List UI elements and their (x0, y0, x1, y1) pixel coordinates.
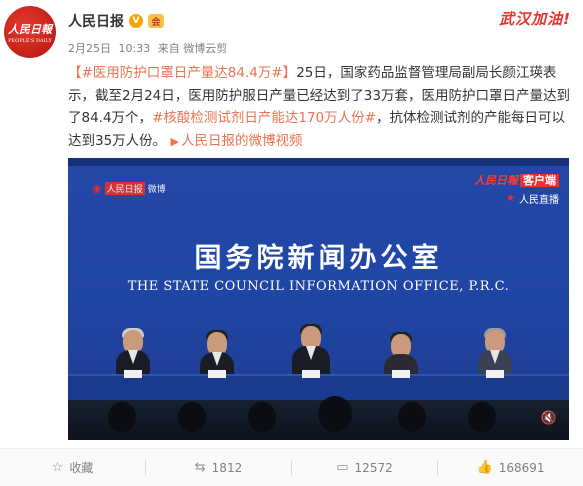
star-icon: ★ (506, 193, 515, 204)
comment-button[interactable]: ▭ 12572 (292, 449, 437, 486)
audience-head (108, 402, 136, 432)
like-button[interactable]: 👍 168691 (438, 449, 583, 486)
audience-head (318, 396, 352, 432)
wuhan-jiayou-badge: 武汉加油! (499, 10, 571, 28)
weibo-watermark: ◉ 人民日报 微博 (92, 182, 166, 195)
mute-icon[interactable]: 🔇 (541, 411, 557, 426)
comment-icon: ▭ (336, 460, 349, 475)
client-label: 客户端 (520, 174, 559, 187)
hashtag-mask-output[interactable]: 【#医用防护口罩日产量达84.4万#】 (68, 65, 296, 81)
office-title-en: THE STATE COUNCIL INFORMATION OFFICE, P.… (127, 279, 510, 294)
repost-icon: ⇆ (194, 460, 206, 475)
audience-head (248, 402, 276, 432)
watermark-weibo: 微博 (147, 185, 166, 195)
people-logo-text: 人民日報 (474, 174, 518, 187)
hashtag-test-reagent[interactable]: #核酸检测试剂日产能达170万人份# (152, 110, 376, 126)
repost-button[interactable]: ⇆ 1812 (146, 449, 291, 486)
avatar-logo-text: 人民日報 (8, 22, 52, 36)
post-meta: 2月25日 10:33 来自 微博云剪 (68, 40, 231, 56)
audience-head (178, 402, 206, 432)
action-bar: ☆ 收藏 ⇆ 1812 ▭ 12572 👍 168691 (0, 448, 583, 486)
office-title-cn: 国务院新闻办公室 (194, 243, 443, 274)
watermark-source: 人民日报 (104, 182, 145, 195)
nameplate (392, 370, 410, 378)
nameplate (486, 370, 504, 378)
post-date[interactable]: 2月25日 (68, 42, 111, 55)
ceiling (68, 158, 569, 166)
username-link[interactable]: 人民日报 (68, 11, 124, 31)
avatar[interactable]: 人民日報 PEOPLE'S DAILY (4, 6, 56, 58)
comment-count: 12572 (354, 460, 393, 475)
weibo-video-link[interactable]: ▶ 人民日报的微博视频 (170, 133, 302, 149)
weibo-post-card: 人民日報 PEOPLE'S DAILY 人民日报 V 会 2月25日 10:33… (0, 0, 583, 486)
vip-member-icon[interactable]: 会 (148, 14, 164, 28)
live-label: 人民直播 (519, 195, 559, 206)
nameplate (302, 370, 320, 378)
verified-icon[interactable]: V (129, 14, 143, 28)
favorite-label: 收藏 (69, 461, 94, 475)
video-play-icon: ▶ (170, 134, 179, 148)
nameplate (124, 370, 142, 378)
people-daily-client-watermark: 人民日報 客户端 ★ 人民直播 (474, 172, 559, 206)
post-text: 【#医用防护口罩日产量达84.4万#】25日，国家药品监督管理局副局长颜江瑛表示… (68, 62, 574, 153)
audience-head (398, 402, 426, 432)
favorite-button[interactable]: ☆ 收藏 (0, 449, 145, 486)
repost-count: 1812 (211, 460, 243, 475)
weibo-video-link-label: 人民日报的微博视频 (180, 132, 303, 149)
weibo-eye-icon: ◉ (92, 182, 102, 195)
like-count: 168691 (498, 460, 545, 475)
post-source[interactable]: 来自 微博云剪 (158, 42, 228, 55)
audience-head (468, 402, 496, 432)
avatar-logo-subtext: PEOPLE'S DAILY (8, 37, 52, 44)
username-row: 人民日报 V 会 (68, 11, 164, 31)
post-time[interactable]: 10:33 (119, 42, 151, 55)
star-outline-icon: ☆ (51, 460, 64, 475)
video-player[interactable]: ◉ 人民日报 微博 人民日報 客户端 ★ 人民直播 国务院新闻办公室 THE STA… (68, 158, 569, 440)
audience (68, 396, 569, 440)
thumbs-up-icon: 👍 (476, 460, 493, 475)
nameplate (208, 370, 226, 378)
